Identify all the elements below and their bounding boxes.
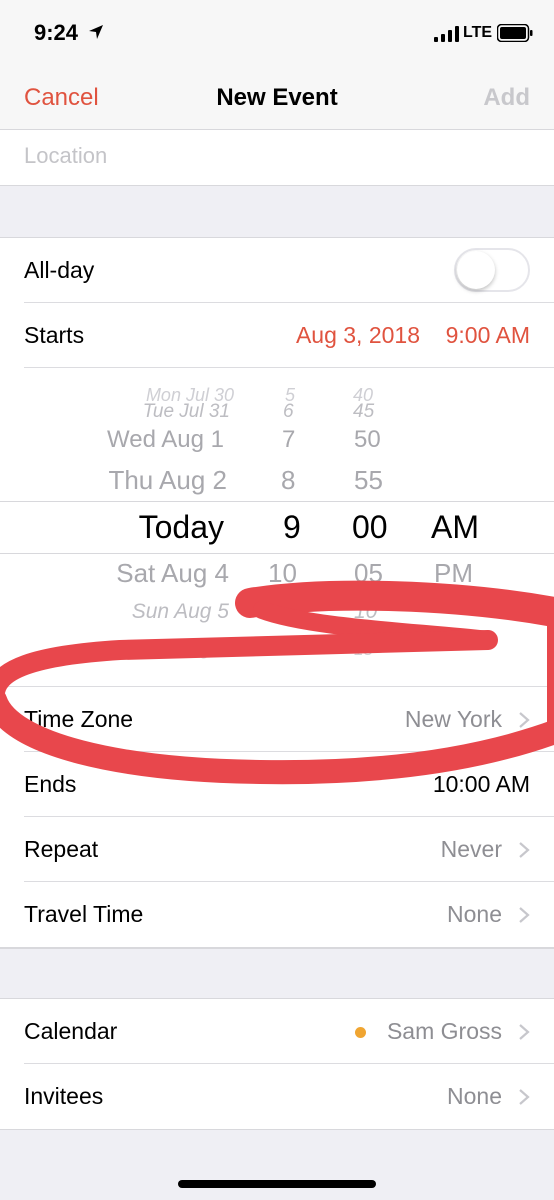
picker-date[interactable]: Wed Aug 1: [107, 426, 224, 454]
time-zone-row[interactable]: Time Zone New York: [24, 687, 554, 752]
travel-time-row[interactable]: Travel Time None: [24, 882, 554, 947]
signal-icon: [434, 26, 459, 42]
toggle-knob: [457, 251, 495, 289]
picker-selection-bottom: [0, 553, 554, 554]
invitees-row[interactable]: Invitees None: [24, 1064, 554, 1129]
calendar-row[interactable]: Calendar Sam Gross: [24, 999, 554, 1064]
time-zone-label: Time Zone: [24, 706, 134, 732]
picker-hour[interactable]: 7: [282, 426, 295, 454]
travel-time-value: None: [447, 901, 502, 927]
starts-label: Starts: [24, 322, 85, 348]
ends-row[interactable]: Ends 10:00 AM: [24, 752, 554, 817]
home-indicator[interactable]: [178, 1180, 376, 1188]
picker-minute[interactable]: 15: [354, 640, 373, 660]
picker-date[interactable]: Tue Jul 31: [143, 401, 230, 423]
calendar-value: Sam Gross: [386, 1018, 502, 1044]
time-zone-value: New York: [404, 706, 502, 732]
status-bar: 9:24 LTE: [0, 0, 554, 66]
nav-bar: Cancel New Event Add: [0, 66, 554, 130]
repeat-label: Repeat: [24, 836, 99, 862]
travel-time-label: Travel Time: [24, 901, 144, 927]
picker-date[interactable]: Thu Aug 2: [108, 465, 227, 496]
ends-time[interactable]: 10:00 AM: [433, 771, 530, 798]
picker-date[interactable]: Mon Aug 6: [142, 640, 224, 660]
picker-selection-top: [0, 501, 554, 502]
picker-ampm[interactable]: PM: [434, 558, 473, 589]
starts-date[interactable]: Aug 3, 2018: [296, 322, 420, 349]
picker-minute-selected[interactable]: 00: [352, 509, 388, 546]
calendar-label: Calendar: [24, 1018, 118, 1044]
picker-ampm-selected[interactable]: AM: [431, 509, 479, 546]
picker-hour-selected[interactable]: 9: [283, 509, 301, 546]
repeat-value: Never: [440, 836, 502, 862]
all-day-toggle[interactable]: [454, 248, 530, 292]
network-label: LTE: [463, 24, 493, 41]
picker-hour[interactable]: 11: [276, 600, 298, 624]
chevron-right-icon: [519, 907, 530, 923]
status-time: 9:24: [34, 20, 79, 45]
battery-icon: [497, 24, 533, 42]
picker-minute[interactable]: 45: [353, 401, 374, 423]
picker-hour[interactable]: 12: [280, 640, 299, 660]
picker-hour[interactable]: 6: [283, 401, 294, 423]
calendar-color-dot: [355, 1027, 366, 1038]
chevron-right-icon: [519, 842, 530, 858]
picker-date-selected[interactable]: Today: [139, 509, 224, 546]
page-title: New Event: [216, 84, 338, 111]
ends-label: Ends: [24, 771, 77, 797]
picker-date[interactable]: Sun Aug 5: [132, 600, 229, 624]
add-button[interactable]: Add: [483, 84, 530, 112]
picker-hour[interactable]: 8: [281, 465, 295, 496]
invitees-value: None: [447, 1083, 502, 1109]
all-day-label: All-day: [24, 257, 95, 283]
picker-minute[interactable]: 05: [354, 558, 383, 589]
location-input[interactable]: Location: [24, 143, 107, 169]
picker-minute[interactable]: 10: [354, 600, 377, 624]
picker-date[interactable]: Sat Aug 4: [116, 558, 229, 589]
location-arrow-icon: [89, 25, 103, 39]
starts-row[interactable]: Starts Aug 3, 2018 9:00 AM: [24, 303, 554, 368]
chevron-right-icon: [519, 712, 530, 728]
picker-hour[interactable]: 10: [268, 558, 297, 589]
calendar-section: Calendar Sam Gross Invitees None: [0, 998, 554, 1130]
starts-time[interactable]: 9:00 AM: [446, 322, 530, 349]
all-day-row: All-day: [24, 238, 554, 303]
event-options-section: Time Zone New York Ends 10:00 AM Repeat …: [0, 686, 554, 948]
repeat-row[interactable]: Repeat Never: [24, 817, 554, 882]
invitees-label: Invitees: [24, 1083, 104, 1109]
date-time-picker[interactable]: Mon Jul 30 Tue Jul 31 Wed Aug 1 Thu Aug …: [0, 368, 554, 686]
picker-minute[interactable]: 55: [354, 465, 383, 496]
chevron-right-icon: [519, 1089, 530, 1105]
picker-minute[interactable]: 50: [354, 426, 381, 454]
chevron-right-icon: [519, 1024, 530, 1040]
